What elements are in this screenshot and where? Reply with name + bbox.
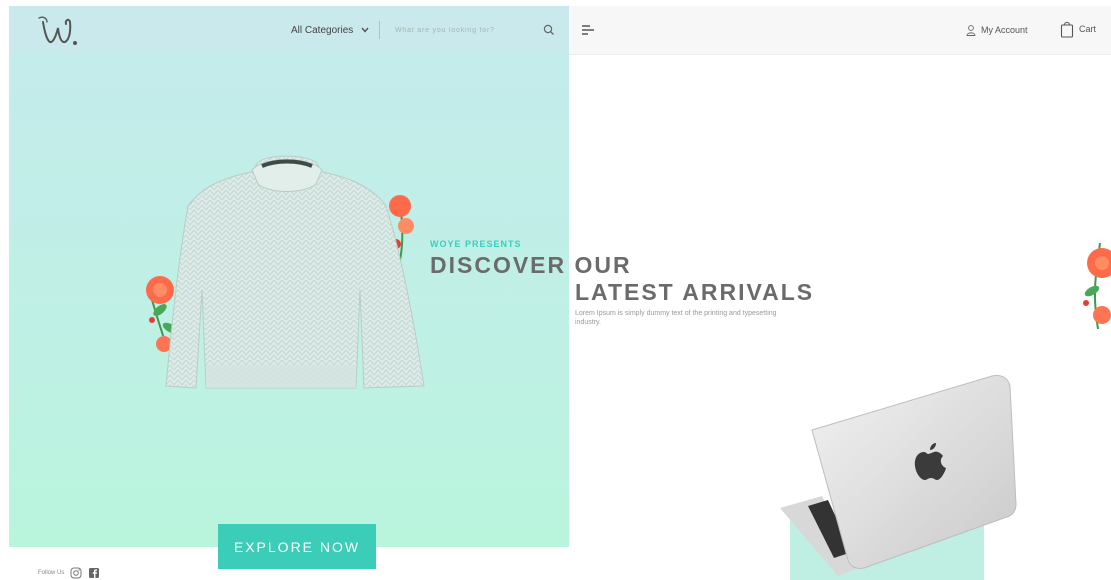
sweater-image xyxy=(146,155,425,389)
shopping-bag-icon xyxy=(1060,21,1074,38)
facebook-icon[interactable] xyxy=(88,567,100,579)
follow-us-label: Follow Us xyxy=(38,570,65,576)
flower-right-decoration xyxy=(1083,242,1111,330)
my-account-label: My Account xyxy=(981,25,1028,35)
hero-headline-line1: DISCOVER OUR xyxy=(430,252,632,278)
hero-headline: DISCOVER OUR LATEST ARRIVALS xyxy=(430,252,814,306)
my-account-link[interactable]: My Account xyxy=(966,22,1028,38)
category-dropdown[interactable]: All Categories xyxy=(291,21,381,39)
search-icon[interactable] xyxy=(542,23,556,37)
category-dropdown-label: All Categories xyxy=(291,24,354,36)
hero-description: Lorem Ipsum is simply dummy text of the … xyxy=(575,310,777,326)
user-icon xyxy=(966,24,976,36)
header-right-background xyxy=(569,6,1111,55)
hero-headline-line2: LATEST ARRIVALS xyxy=(575,279,815,305)
search-bar xyxy=(391,19,561,41)
chevron-down-icon xyxy=(361,27,369,33)
explore-now-button[interactable]: EXPLORE NOW xyxy=(218,524,376,569)
hamburger-menu-icon[interactable] xyxy=(580,22,596,38)
cart-link[interactable]: Cart xyxy=(1060,18,1096,40)
site-header: All Categories My Account xyxy=(9,6,1111,55)
search-input[interactable] xyxy=(391,19,535,41)
homepage: All Categories My Account xyxy=(0,0,1111,580)
laptop-image xyxy=(780,375,1017,576)
follow-us: Follow Us xyxy=(38,567,100,579)
cart-label: Cart xyxy=(1079,24,1097,34)
hero-eyebrow: WOYE PRESENTS xyxy=(430,239,522,249)
logo-w-icon[interactable] xyxy=(37,12,85,48)
instagram-icon[interactable] xyxy=(70,567,82,579)
